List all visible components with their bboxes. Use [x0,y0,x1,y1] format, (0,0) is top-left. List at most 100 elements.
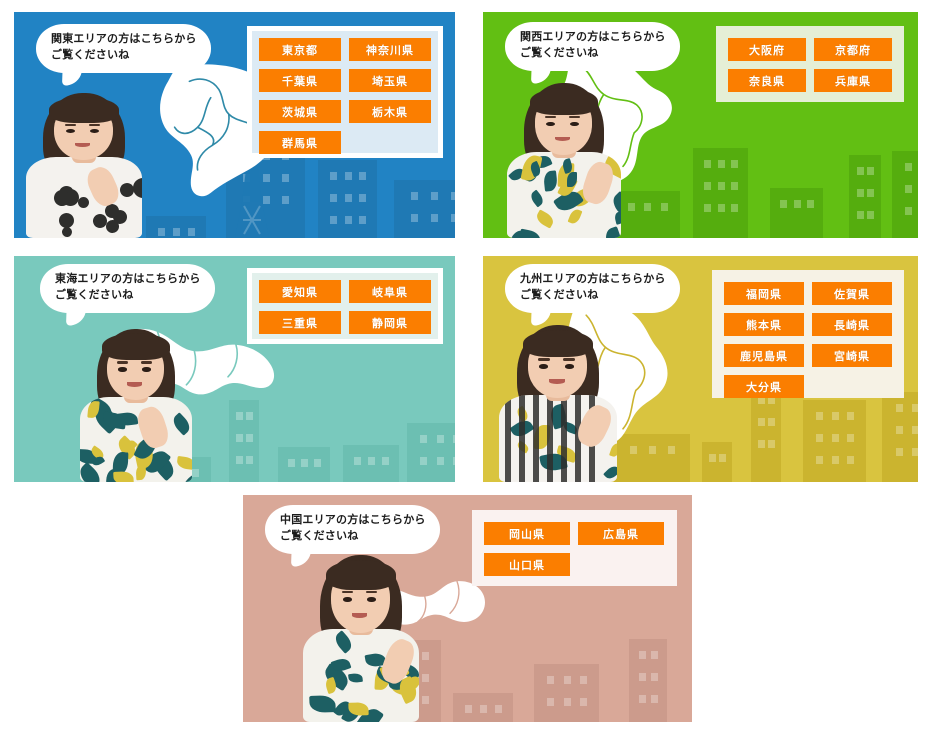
character-photo [505,78,623,238]
mouth [127,381,143,387]
shirt-stripe [561,395,568,482]
area-panel-tokai: 東海エリアの方はこちらから ご覧くださいね 愛知県 岐阜県 三重県 静岡県 [14,256,455,482]
shirt-leaf [176,455,192,471]
speech-bubble-tokai: 東海エリアの方はこちらから ご覧くださいね [40,264,215,313]
character-photo [24,88,144,238]
character-photo [78,324,194,482]
bubble-line-1: 関西エリアの方はこちらから [520,31,666,43]
shirt-leaf [135,464,147,481]
bubble-line-1: 関東エリアの方はこちらから [51,33,197,45]
prefecture-button-box-tokai: 愛知県 岐阜県 三重県 静岡県 [247,268,443,344]
prefecture-button-kanto-4[interactable]: 茨城県 [259,100,341,123]
eye-left [65,129,75,134]
prefecture-button-box-kansai: 大阪府 京都府 奈良県 兵庫県 [716,26,904,102]
eyebrow-left [64,123,76,126]
bubble-line-1: 東海エリアの方はこちらから [55,273,201,285]
shirt-leaf [603,463,617,482]
bubble-line-1: 九州エリアの方はこちらから [520,273,666,285]
prefecture-button-kansai-1[interactable]: 京都府 [814,38,892,61]
speech-bubble-kyushu: 九州エリアの方はこちらから ご覧くださいね [505,264,680,313]
eye-left [342,597,352,602]
prefecture-button-kanto-6[interactable]: 群馬県 [259,131,341,154]
prefecture-button-kansai-3[interactable]: 兵庫県 [814,69,892,92]
prefecture-button-box-chugoku: 岡山県 広島県 山口県 [472,510,677,586]
eyebrow-left [117,361,129,364]
prefecture-button-kanto-1[interactable]: 神奈川県 [349,38,431,61]
prefecture-button-kansai-0[interactable]: 大阪府 [728,38,806,61]
area-panel-kyushu: 九州エリアの方はこちらから ご覧くださいね 福岡県 佐賀県 熊本県 長崎県 鹿児島県 宮崎県大… [483,256,918,482]
eye-right [142,367,151,372]
prefecture-button-kyushu-6[interactable]: 大分県 [724,375,804,398]
prefecture-button-kanto-0[interactable]: 東京都 [259,38,341,61]
eyebrow-left [341,590,353,594]
shirt-leaf [567,207,583,226]
speech-bubble-kanto: 関東エリアの方はこちらから ご覧くださいね [36,24,211,73]
fringe [102,333,170,361]
prefecture-button-kyushu-3[interactable]: 長崎県 [812,313,892,336]
eye-right [367,597,377,602]
prefecture-button-chugoku-0[interactable]: 岡山県 [484,522,570,545]
fringe [49,97,119,123]
shirt-leaf [543,170,559,192]
bubble-line-2: ご覧くださいね [520,288,599,301]
prefecture-button-kyushu-0[interactable]: 福岡県 [724,282,804,305]
prefecture-button-tokai-0[interactable]: 愛知県 [259,280,341,303]
shirt-stripe [533,395,540,482]
shirt-leaf [528,189,546,208]
prefecture-button-tokai-2[interactable]: 三重県 [259,311,341,334]
fringe [326,560,396,590]
bubble-line-2: ご覧くださいね [520,46,599,59]
prefecture-button-tokai-1[interactable]: 岐阜県 [349,280,431,303]
shirt-stripe [505,395,512,482]
shirt-stripe [519,395,526,482]
prefecture-button-chugoku-1[interactable]: 広島県 [578,522,664,545]
bubble-line-2: ご覧くださいね [280,529,359,542]
prefecture-button-kanto-3[interactable]: 埼玉県 [349,69,431,92]
fringe [522,329,594,358]
shirt-leaf [348,672,364,684]
mouth [549,379,565,385]
character-photo [301,550,421,722]
shirt-stripe [547,395,554,482]
eyebrow-left [544,115,556,119]
bubble-line-2: ご覧くださいね [55,288,134,301]
eyebrow-right [366,590,378,594]
prefecture-button-kyushu-5[interactable]: 宮崎県 [812,344,892,367]
bubble-line-1: 中国エリアの方はこちらから [280,514,426,526]
shirt-leaf [309,695,337,713]
prefecture-button-box-kyushu: 福岡県 佐賀県 熊本県 長崎県 鹿児島県 宮崎県 大分県 [712,270,904,398]
shirt-leaf [518,228,543,238]
eye-left [539,364,549,369]
shirt-leaf [603,226,621,238]
eyebrow-right [563,358,575,361]
prefecture-button-kanto-2[interactable]: 千葉県 [259,69,341,92]
shirt-leaf [348,702,370,716]
eye-right [564,364,574,369]
character-photo [497,320,619,482]
shirt-leaf [113,470,135,482]
shirt-dot [61,226,74,238]
prefecture-button-box-kanto: 東京都 神奈川県 千葉県 埼玉県 茨城県 栃木県 群馬県 [247,26,443,158]
area-panel-chugoku: 中国エリアの方はこちらから ご覧くださいね 岡山県 広島県 山口県 [243,495,692,722]
eyebrow-right [141,361,152,364]
prefecture-button-kanto-5[interactable]: 栃木県 [349,100,431,123]
prefecture-button-kyushu-2[interactable]: 熊本県 [724,313,804,336]
prefecture-button-kyushu-4[interactable]: 鹿児島県 [724,344,804,367]
shirt-dot [132,177,142,199]
fringe [529,87,599,115]
bubble-line-2: ご覧くださいね [51,48,130,61]
speech-bubble-kansai: 関西エリアの方はこちらから ご覧くださいね [505,22,680,71]
mouth [352,612,368,619]
mouth [75,142,91,148]
area-selector-page: 関東エリアの方はこちらから ご覧くださいね 東京都 神奈川県 千葉県 埼玉県 茨城県 栃木県群… [0,0,938,736]
eyebrow-right [89,123,101,126]
shirt-leaf [609,441,617,459]
shirt-leaf [179,469,192,482]
mouth [555,136,571,142]
prefecture-button-tokai-3[interactable]: 静岡県 [349,311,431,334]
prefecture-button-chugoku-2[interactable]: 山口県 [484,553,570,576]
prefecture-button-kansai-2[interactable]: 奈良県 [728,69,806,92]
eyebrow-left [538,358,550,361]
eye-right [90,129,100,134]
prefecture-button-kyushu-1[interactable]: 佐賀県 [812,282,892,305]
